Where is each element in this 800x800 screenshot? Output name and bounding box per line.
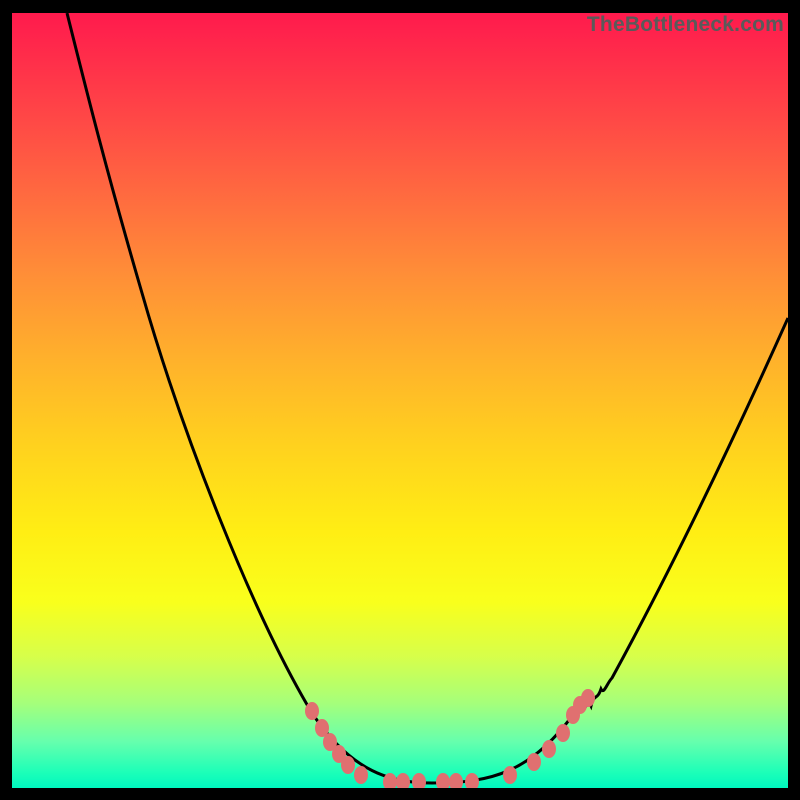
chart-marker <box>412 773 426 788</box>
chart-marker <box>542 740 556 758</box>
chart-svg <box>12 13 788 788</box>
chart-marker <box>581 689 595 707</box>
chart-marker <box>527 753 541 771</box>
chart-marker <box>465 773 479 788</box>
chart-marker <box>449 773 463 788</box>
chart-curve <box>67 13 788 783</box>
chart-marker <box>396 773 410 788</box>
chart-marker <box>341 756 355 774</box>
chart-marker <box>503 766 517 784</box>
chart-marker <box>354 766 368 784</box>
chart-marker <box>556 724 570 742</box>
chart-marker <box>436 773 450 788</box>
chart-plot-area: TheBottleneck.com <box>12 13 788 788</box>
chart-marker <box>305 702 319 720</box>
